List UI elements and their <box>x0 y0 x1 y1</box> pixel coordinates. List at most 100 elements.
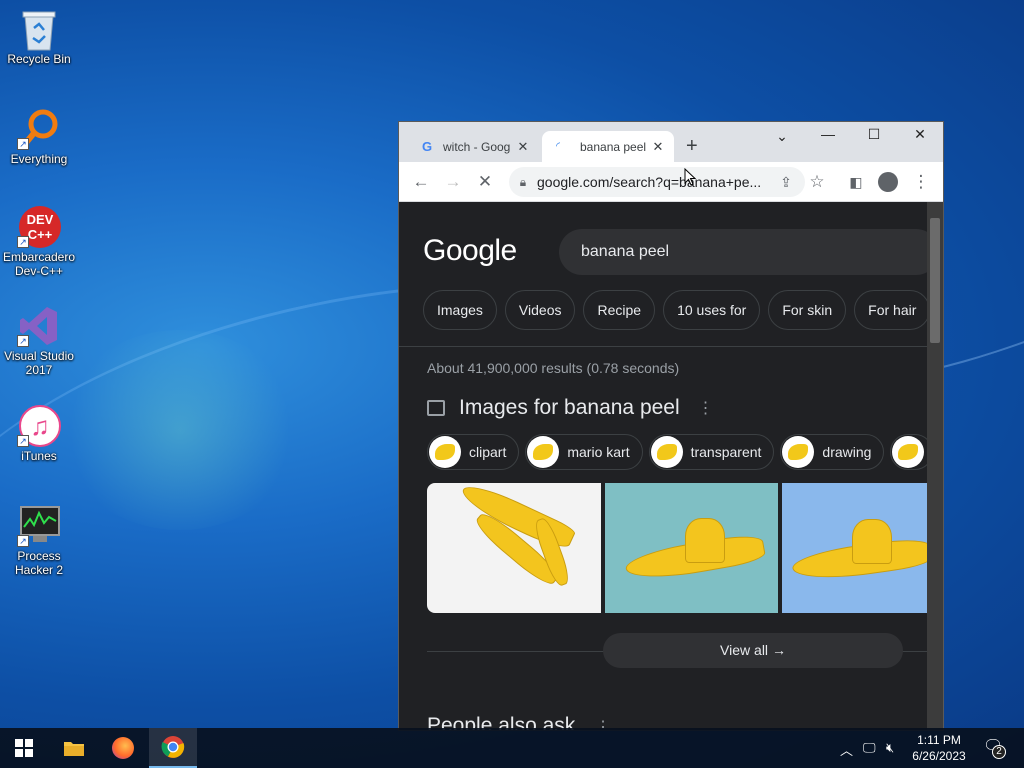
chip-images[interactable]: Images <box>423 290 497 330</box>
itunes-icon: ♫ ↗ <box>17 405 61 447</box>
view-all-button[interactable]: View all → <box>603 633 903 668</box>
desktop-icon-label: 2017 <box>25 363 53 377</box>
desktop-icon-itunes[interactable]: ♫ ↗ iTunes <box>2 405 76 463</box>
tab-strip: G witch - Goog ✕ ◜ banana peel ✕ + ⌄ — ☐… <box>399 122 943 162</box>
chip-label: transparent <box>690 444 762 460</box>
close-window-button[interactable]: ✕ <box>905 126 935 143</box>
desktop-icon-label: Dev-C++ <box>14 264 64 278</box>
chip-thumbnail <box>527 436 560 468</box>
desktop-icon-label: Everything <box>10 152 68 166</box>
close-tab-icon[interactable]: ✕ <box>515 139 531 155</box>
desktop-icon-everything[interactable]: ↗ Everything <box>2 108 76 166</box>
tab-title: witch - Goog <box>443 139 511 154</box>
clock-date: 6/26/2023 <box>912 749 966 763</box>
chip-for-skin[interactable]: For skin <box>768 290 847 330</box>
maximize-button[interactable]: ☐ <box>859 126 889 143</box>
minimize-button[interactable]: — <box>813 126 843 142</box>
loading-spinner-icon: ◜ <box>556 140 560 152</box>
tab-search-chevron-icon[interactable]: ⌄ <box>767 128 797 145</box>
clock[interactable]: 1:11 PM 6/26/2023 <box>900 732 978 764</box>
bookmark-star-icon[interactable]: ☆ <box>806 171 828 193</box>
image-chip-mario-kart[interactable]: mario kart <box>525 434 643 470</box>
clock-time: 1:11 PM <box>917 733 961 747</box>
firefox-icon <box>112 737 134 759</box>
show-hidden-icons-chevron[interactable]: ︿ <box>840 740 853 759</box>
chip-10-uses[interactable]: 10 uses for <box>663 290 761 330</box>
share-icon[interactable]: ⇪ <box>775 171 797 193</box>
wallpaper-glow <box>60 330 300 530</box>
stop-loading-button[interactable]: ✕ <box>474 171 496 193</box>
desktop-icon-label: Recycle Bin <box>7 52 71 66</box>
image-chip-transparent[interactable]: transparent <box>648 434 775 470</box>
shortcut-arrow-icon: ↗ <box>17 138 29 150</box>
image-result[interactable] <box>782 483 932 613</box>
desktop-icon-process-hacker[interactable]: ↗ Process Hacker 2 <box>2 505 76 577</box>
desktop-icon-recycle-bin[interactable]: Recycle Bin <box>2 8 76 66</box>
shortcut-arrow-icon: ↗ <box>17 435 29 447</box>
desktop-icon-label: Process <box>17 549 61 563</box>
menu-kebab-icon[interactable]: ⋮ <box>910 171 932 193</box>
desktop-icon-visual-studio[interactable]: ↗ Visual Studio 2017 <box>2 305 76 377</box>
image-result[interactable] <box>427 483 601 613</box>
start-button[interactable] <box>0 728 48 768</box>
notification-center-button[interactable]: 🗨︎ 2 <box>983 736 1006 759</box>
forward-button[interactable]: → <box>442 171 464 193</box>
profile-avatar-icon[interactable] <box>877 171 899 193</box>
image-refine-chips: clipart mario kart transparent drawing <box>427 434 934 470</box>
tab-witch[interactable]: G witch - Goog ✕ <box>411 131 539 162</box>
close-tab-icon[interactable]: ✕ <box>650 139 666 155</box>
chip-label: mario kart <box>567 444 630 460</box>
desktop-icon-devcpp[interactable]: DEV C++ ↗ Embarcadero Dev-C++ <box>2 206 76 278</box>
back-button[interactable]: ← <box>410 171 432 193</box>
image-chip-drawing[interactable]: drawing <box>780 434 885 470</box>
taskbar-chrome[interactable] <box>149 728 197 768</box>
shortcut-arrow-icon: ↗ <box>17 535 29 547</box>
result-stats: About 41,900,000 results (0.78 seconds) <box>427 360 680 376</box>
side-panel-icon[interactable]: ◧ <box>845 171 867 193</box>
chip-thumbnail <box>892 436 925 468</box>
taskbar-file-explorer[interactable] <box>50 728 98 768</box>
chip-for-hair[interactable]: For hair <box>854 290 931 330</box>
folder-icon <box>64 742 84 756</box>
image-result[interactable] <box>605 483 778 613</box>
filter-chips: Images Videos Recipe 10 uses for For ski… <box>423 290 931 330</box>
browser-toolbar: ← → ✕ 🔒︎ google.com/search?q=banana+pe..… <box>399 162 943 202</box>
chip-label: drawing <box>822 444 872 460</box>
windows-logo-icon <box>15 739 33 757</box>
tab-title: banana peel <box>580 139 647 154</box>
image-chip-clipart[interactable]: clipart <box>427 434 520 470</box>
tab-banana-peel[interactable]: ◜ banana peel ✕ <box>542 131 674 162</box>
arrow-right-icon: → <box>771 642 786 658</box>
divider <box>399 346 927 347</box>
more-options-icon[interactable]: ⋮ <box>698 398 714 418</box>
desktop-icon-label: Embarcadero <box>2 250 76 264</box>
chip-videos[interactable]: Videos <box>504 290 576 330</box>
search-input[interactable]: banana peel <box>559 229 939 275</box>
image-icon <box>427 400 445 416</box>
desktop-icon-label: Visual Studio <box>4 349 74 363</box>
visual-studio-icon: ↗ <box>17 305 59 347</box>
chrome-icon <box>161 736 185 758</box>
devcpp-icon: DEV C++ ↗ <box>17 206 61 248</box>
notification-count-badge: 2 <box>992 745 1006 759</box>
images-heading-text: Images for banana peel <box>459 396 680 419</box>
new-tab-button[interactable]: + <box>686 136 698 156</box>
volume-muted-icon[interactable]: 🔇︎ <box>886 740 894 756</box>
network-icon[interactable]: 🖵︎ <box>863 740 876 756</box>
shortcut-arrow-icon: ↗ <box>17 236 29 248</box>
view-all-label: View all <box>720 642 769 658</box>
chip-recipe[interactable]: Recipe <box>583 290 656 330</box>
google-favicon-icon: G <box>421 138 433 154</box>
mouse-cursor-icon <box>684 168 696 186</box>
scrollbar[interactable] <box>927 202 943 730</box>
scrollbar-thumb[interactable] <box>930 218 940 343</box>
taskbar-firefox[interactable] <box>99 728 147 768</box>
desktop-icon-label: Hacker 2 <box>14 563 64 577</box>
lock-icon: 🔒︎ <box>519 174 527 189</box>
address-bar[interactable]: 🔒︎ google.com/search?q=banana+pe... <box>509 167 805 197</box>
google-logo[interactable]: Google <box>423 234 517 268</box>
chip-thumbnail <box>782 436 815 468</box>
images-section-heading: Images for banana peel ⋮ <box>427 396 714 420</box>
recycle-bin-icon <box>19 8 59 51</box>
process-hacker-icon: ↗ <box>17 505 60 547</box>
